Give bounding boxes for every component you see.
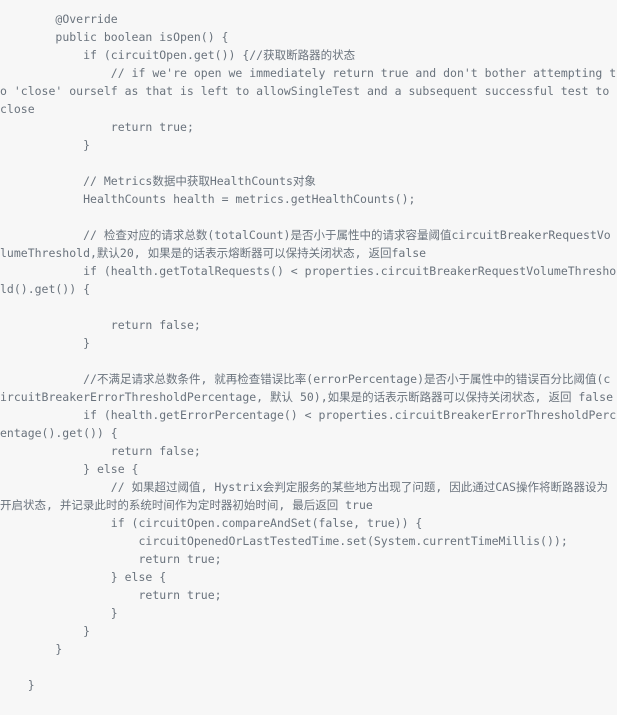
code-listing: @Override public boolean isOpen() { if (… (0, 0, 617, 694)
